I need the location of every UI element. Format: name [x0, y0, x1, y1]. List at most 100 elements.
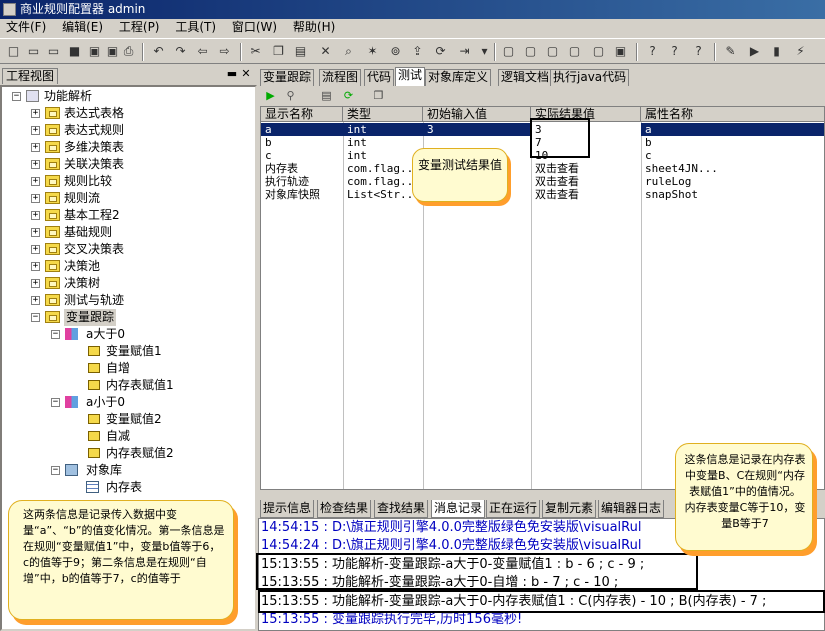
tree-expand-icon[interactable]: − — [31, 313, 40, 322]
tree-expand-icon[interactable]: + — [31, 245, 40, 254]
tab-6[interactable]: 执行java代码 — [550, 69, 630, 86]
tool-b-icon[interactable]: ▢ — [522, 43, 539, 60]
grid-cell[interactable]: c — [261, 149, 343, 162]
menu-tools[interactable]: 工具(T) — [169, 19, 222, 36]
tool-f-icon[interactable]: ▣ — [612, 43, 629, 60]
tool-a-icon[interactable]: ▢ — [500, 43, 517, 60]
grid-header-1[interactable]: 类型 — [343, 107, 423, 122]
dropdown-icon[interactable]: ▾ — [476, 43, 493, 60]
tree-expand-icon[interactable]: + — [31, 211, 40, 220]
grid-cell[interactable]: c — [641, 149, 824, 162]
tree-item[interactable]: 基本工程2 — [64, 207, 120, 224]
tree-item[interactable]: 规则比较 — [64, 173, 112, 190]
export-icon[interactable]: ⇪ — [409, 43, 426, 60]
save-as-icon[interactable]: ▣ — [104, 43, 121, 60]
grid-cell[interactable]: 双击查看 — [531, 188, 641, 201]
open-folder-icon[interactable]: ▭ — [45, 43, 62, 60]
tree-leaf[interactable]: 自增 — [106, 360, 130, 377]
output-tab-1[interactable]: 检查结果 — [317, 500, 372, 518]
indent-icon[interactable]: ⇥ — [456, 43, 473, 60]
tree-item[interactable]: 变量跟踪 — [64, 309, 117, 326]
help-c-icon[interactable]: ? — [690, 43, 707, 60]
grid-cell[interactable]: int — [343, 136, 423, 149]
output-tab-5[interactable]: 复制元素 — [542, 500, 597, 518]
project-view-tab[interactable]: 工程视图 — [2, 68, 59, 84]
grid-cell[interactable]: sheet4JN... — [641, 162, 824, 175]
help-a-icon[interactable]: ? — [644, 43, 661, 60]
tree-branch-label[interactable]: 对象库 — [86, 462, 122, 479]
tree-leaf[interactable]: 变量赋值2 — [106, 411, 162, 428]
tab-0[interactable]: 变量跟踪 — [260, 69, 315, 86]
wand-icon[interactable]: ✶ — [364, 43, 381, 60]
tab-2[interactable]: 代码 — [364, 69, 395, 86]
grid-header-2[interactable]: 初始输入值 — [423, 107, 531, 122]
debug-icon[interactable]: ▮ — [768, 43, 785, 60]
tree-item[interactable]: 表达式表格 — [64, 105, 124, 122]
grid-cell[interactable]: 执行轨迹 — [261, 175, 343, 188]
save-icon[interactable]: ■ — [66, 43, 83, 60]
tree-root-label[interactable]: 功能解析 — [44, 88, 92, 105]
output-tab-3[interactable]: 消息记录 — [431, 500, 486, 518]
log-line[interactable]: 14:54:15 : D:\旗正规则引擎4.0.0完整版绿色免安装版\visua… — [261, 519, 641, 537]
print-icon[interactable]: ⎙ — [120, 43, 137, 60]
grid-cell[interactable]: List<Str... — [343, 188, 423, 201]
tab-4[interactable]: 对象库定义 — [425, 69, 492, 86]
redo-icon[interactable]: ↷ — [172, 43, 189, 60]
copy-test-icon[interactable]: ❐ — [370, 88, 387, 104]
root-collapse-icon[interactable]: − — [12, 92, 21, 101]
tree-expand-icon[interactable]: + — [31, 109, 40, 118]
tree-expand-icon[interactable]: + — [31, 194, 40, 203]
tree-branch-label[interactable]: a大于0 — [86, 326, 125, 343]
output-tab-6[interactable]: 编辑器日志 — [598, 500, 665, 518]
grid-header-4[interactable]: 属性名称 — [641, 107, 824, 122]
new-icon[interactable]: □ — [5, 43, 22, 60]
undo-icon[interactable]: ↶ — [150, 43, 167, 60]
tree-expand-icon[interactable]: + — [31, 296, 40, 305]
binoculars-icon[interactable]: ⊚ — [387, 43, 404, 60]
forward-icon[interactable]: ⇨ — [216, 43, 233, 60]
tree-expand-icon[interactable]: + — [31, 228, 40, 237]
help-b-icon[interactable]: ? — [666, 43, 683, 60]
copy-icon[interactable]: ❐ — [270, 43, 287, 60]
grid-cell[interactable]: com.flag... — [343, 162, 423, 175]
grid-cell[interactable]: int — [343, 123, 423, 136]
menu-project[interactable]: 工程(P) — [113, 19, 166, 36]
tab-3[interactable]: 测试 — [395, 67, 426, 86]
find-icon[interactable]: ⌕ — [340, 43, 357, 60]
tab-1[interactable]: 流程图 — [319, 69, 362, 86]
grid-cell[interactable]: snapShot — [641, 188, 824, 201]
grid-cell[interactable]: int — [343, 149, 423, 162]
chart-icon[interactable]: ⚡ — [792, 43, 809, 60]
menu-edit[interactable]: 编辑(E) — [56, 19, 109, 36]
tree-item[interactable]: 表达式规则 — [64, 122, 124, 139]
refresh-test-icon[interactable]: ⟳ — [340, 88, 357, 104]
grid-cell[interactable]: 3 — [423, 123, 531, 136]
tree-item[interactable]: 关联决策表 — [64, 156, 124, 173]
tree-expand-icon[interactable]: + — [31, 160, 40, 169]
edit-icon[interactable]: ✎ — [722, 43, 739, 60]
paste-icon[interactable]: ▤ — [292, 43, 309, 60]
grid-cell[interactable]: 双击查看 — [531, 162, 641, 175]
grid-cell[interactable]: b — [641, 136, 824, 149]
tree-leaf[interactable]: 内存表 — [106, 479, 142, 496]
tool-d-icon[interactable]: ▢ — [566, 43, 583, 60]
back-icon[interactable]: ⇦ — [194, 43, 211, 60]
tab-5[interactable]: 逻辑文档 — [498, 69, 553, 86]
tree-item[interactable]: 测试与轨迹 — [64, 292, 124, 309]
variables-icon[interactable]: ▤ — [318, 88, 335, 104]
menu-help[interactable]: 帮助(H) — [287, 19, 341, 36]
grid-cell[interactable]: 对象库快照 — [261, 188, 343, 201]
output-tab-2[interactable]: 查找结果 — [374, 500, 429, 518]
tree-collapse-icon[interactable]: − — [51, 466, 60, 475]
tree-item[interactable]: 多维决策表 — [64, 139, 124, 156]
tree-leaf[interactable]: 变量赋值1 — [106, 343, 162, 360]
save-all-icon[interactable]: ▣ — [86, 43, 103, 60]
grid-cell[interactable]: ruleLog — [641, 175, 824, 188]
minimize-icon[interactable]: ▬ — [226, 68, 238, 80]
tree-item[interactable]: 交叉决策表 — [64, 241, 124, 258]
tool-e-icon[interactable]: ▢ — [590, 43, 607, 60]
tree-expand-icon[interactable]: + — [31, 143, 40, 152]
tree-leaf[interactable]: 内存表赋值2 — [106, 445, 174, 462]
grid-header-0[interactable]: 显示名称 — [261, 107, 343, 122]
tree-expand-icon[interactable]: + — [31, 126, 40, 135]
